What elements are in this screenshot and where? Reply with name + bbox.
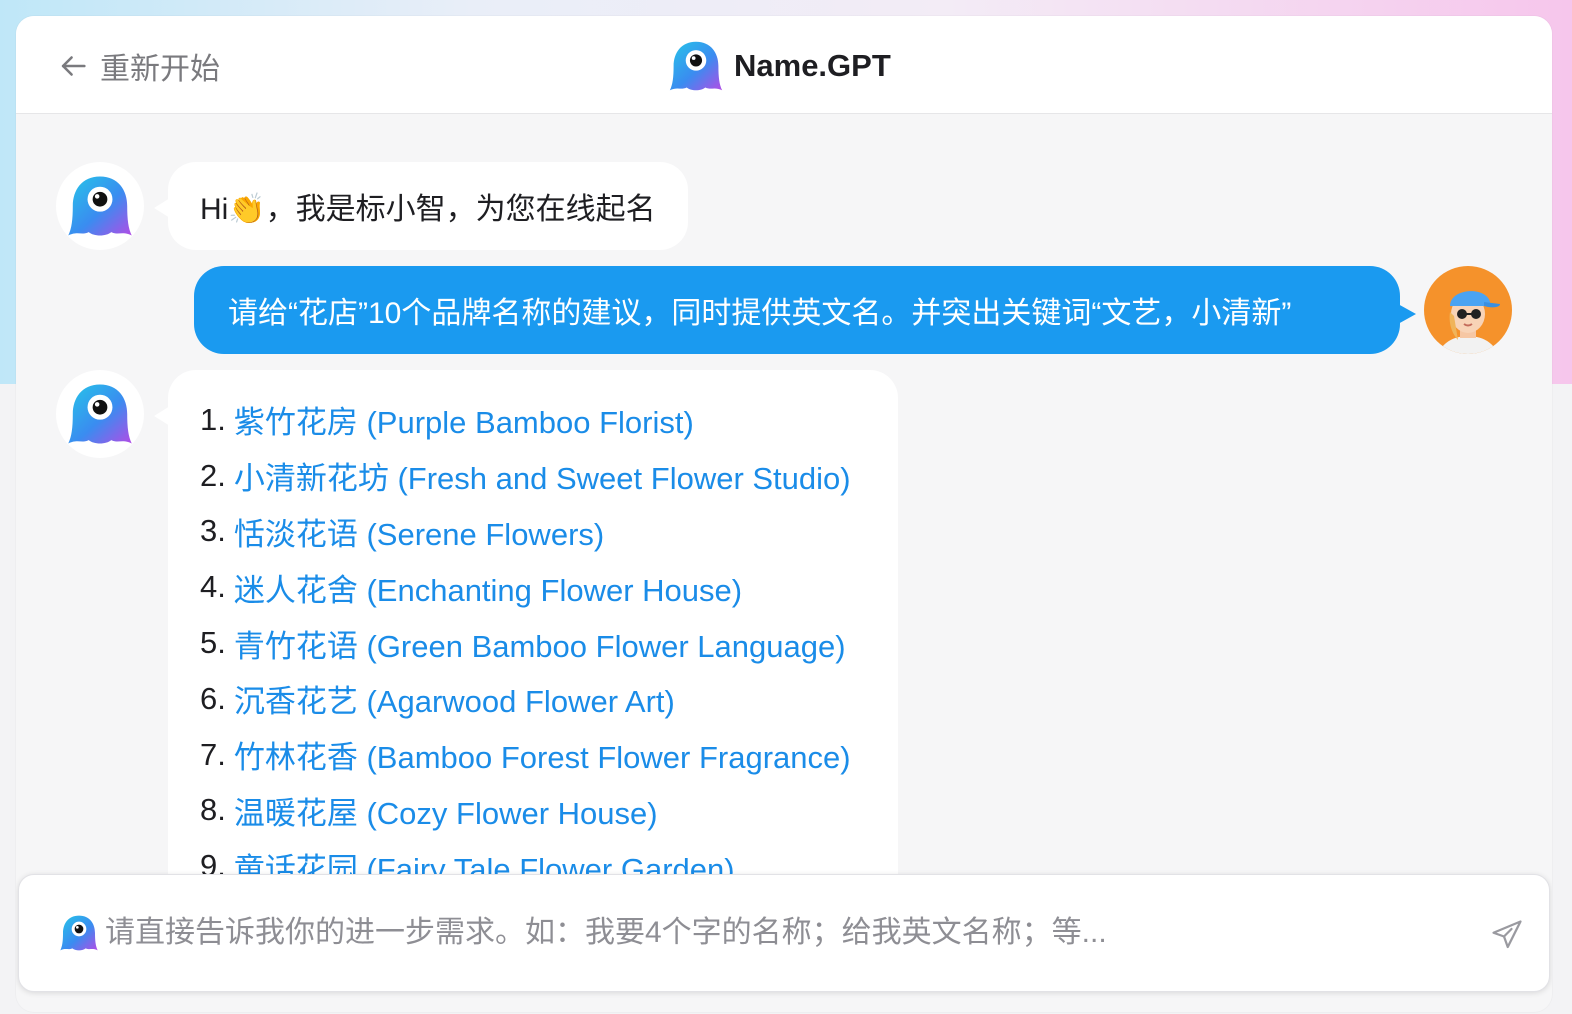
chat-input[interactable] xyxy=(105,907,1465,959)
chat-input-bar xyxy=(18,874,1550,992)
arrow-left-icon xyxy=(61,56,86,76)
item-number: 7. xyxy=(200,736,226,772)
list-item: 4. 迷人花舍 (Enchanting Flower House) xyxy=(200,559,866,615)
suggestion-link[interactable]: 迷人花舍 (Enchanting Flower House) xyxy=(234,565,742,610)
mascot-logo-icon xyxy=(669,41,723,91)
chat-window: 重新开始 Name.GPT Hi👏，我是标小智，为您在线起名 请给“花店”10个… xyxy=(16,16,1552,1012)
item-number: 3. xyxy=(200,513,226,549)
user-bubble: 请给“花店”10个品牌名称的建议，同时提供英文名。并突出关键词“文艺，小清新” xyxy=(194,266,1400,354)
mascot-small-icon xyxy=(60,915,98,951)
item-number: 2. xyxy=(200,457,226,493)
list-item: 6. 沉香花艺 (Agarwood Flower Art) xyxy=(200,671,866,727)
restart-label: 重新开始 xyxy=(100,53,220,86)
suggestion-link[interactable]: 恬淡花语 (Serene Flowers) xyxy=(234,509,604,554)
list-item: 7. 竹林花香 (Bamboo Forest Flower Fragrance) xyxy=(200,727,866,783)
suggestion-link[interactable]: 沉香花艺 (Agarwood Flower Art) xyxy=(234,676,675,721)
suggestions-bubble: 1. 紫竹花房 (Purple Bamboo Florist) 2. 小清新花坊… xyxy=(168,370,898,890)
user-avatar-icon xyxy=(1438,291,1500,354)
list-item: 8. 温暖花屋 (Cozy Flower House) xyxy=(200,783,866,839)
user-avatar xyxy=(1424,266,1512,354)
brand: Name.GPT xyxy=(668,36,891,96)
suggestion-link[interactable]: 紫竹花房 (Purple Bamboo Florist) xyxy=(234,397,694,442)
send-icon[interactable] xyxy=(1489,917,1525,953)
brand-title: Name.GPT xyxy=(734,48,891,83)
mascot-icon xyxy=(68,176,132,236)
list-item: 1. 紫竹花房 (Purple Bamboo Florist) xyxy=(200,392,866,448)
suggestion-link[interactable]: 青竹花语 (Green Bamboo Flower Language) xyxy=(234,621,846,666)
item-number: 6. xyxy=(200,680,226,716)
item-number: 1. xyxy=(200,401,226,437)
header-bar: 重新开始 Name.GPT xyxy=(16,16,1552,114)
bot-avatar xyxy=(56,162,144,250)
greeting-text: Hi👏，我是标小智，为您在线起名 xyxy=(200,193,656,226)
list-item: 5. 青竹花语 (Green Bamboo Flower Language) xyxy=(200,615,866,671)
item-number: 4. xyxy=(200,569,226,605)
bot-avatar xyxy=(56,370,144,458)
bubble-tail xyxy=(1398,304,1416,324)
restart-button[interactable]: 重新开始 xyxy=(56,44,220,88)
item-number: 8. xyxy=(200,792,226,828)
list-item: 3. 恬淡花语 (Serene Flowers) xyxy=(200,504,866,560)
suggestion-link[interactable]: 小清新花坊 (Fresh and Sweet Flower Studio) xyxy=(234,453,851,498)
item-number: 5. xyxy=(200,625,226,661)
user-message-text: 请给“花店”10个品牌名称的建议，同时提供英文名。并突出关键词“文艺，小清新” xyxy=(228,297,1292,330)
mascot-icon xyxy=(68,384,132,444)
list-item: 2. 小清新花坊 (Fresh and Sweet Flower Studio) xyxy=(200,448,866,504)
suggestion-link[interactable]: 温暖花屋 (Cozy Flower House) xyxy=(234,788,658,833)
greeting-bubble: Hi👏，我是标小智，为您在线起名 xyxy=(168,162,688,250)
suggestion-link[interactable]: 竹林花香 (Bamboo Forest Flower Fragrance) xyxy=(234,732,851,777)
